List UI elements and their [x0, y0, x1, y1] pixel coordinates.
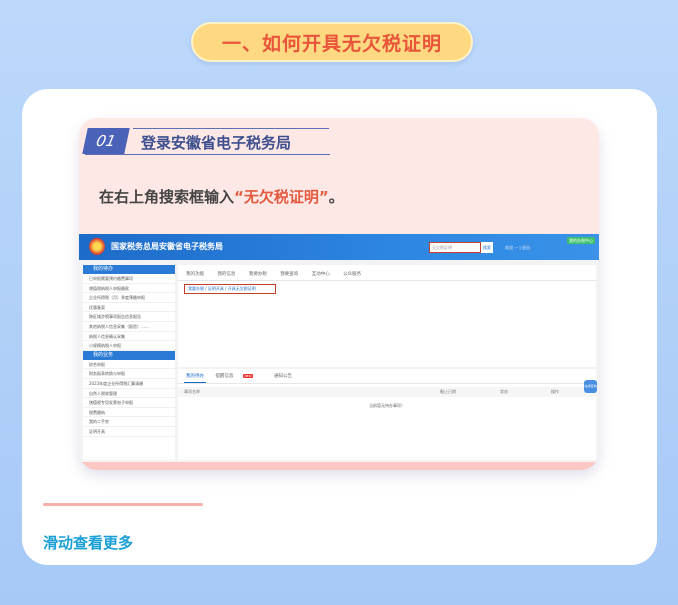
sidebar-item[interactable]: 综合申报	[83, 360, 175, 370]
tab-notices[interactable]: 通知公告	[274, 374, 292, 379]
sidebar-section-todo[interactable]: 我的待办	[83, 265, 175, 274]
sidebar-item[interactable]: 其他纳税人信息采集（报验）……	[83, 322, 175, 332]
sidebar-item[interactable]: 2023年度企业所得税汇算清缴	[83, 379, 175, 389]
sidebar-item[interactable]: 增值税纳税人申报缴款	[83, 284, 175, 294]
sidebar-item[interactable]: 企业所得税（月）季度预缴申报	[83, 293, 175, 303]
site-tabs: 我的功能 我的信息 我要办税 我要查询 互动中心 公众服务	[186, 271, 373, 277]
site-main-panel: 我的功能 我的信息 我要办税 我要查询 互动中心 公众服务 我要办税 / 证明开…	[178, 265, 596, 367]
todo-table-header: 事项名称 截止日期 状态 操作	[178, 387, 596, 397]
instruction-prefix: 在右上角搜索框输入	[99, 188, 235, 206]
site-todo-panel: 我的待办 提醒信息 NEW 通知公告 事项名称 截止日期 状态 操作 当前暂无待办…	[178, 369, 596, 460]
empty-state-text: 当前暂无待办事项！	[369, 403, 405, 408]
instruction-text: 在右上角搜索框输入“无欠税证明”。	[99, 186, 344, 207]
instruction-suffix: 。	[328, 188, 344, 206]
sidebar-item[interactable]: 纳税人信息确认采集	[83, 332, 175, 342]
page-title: 一、如何开具无欠税证明	[191, 22, 473, 62]
column-header: 状态	[500, 389, 508, 394]
sidebar-item[interactable]: 已申报需要预约缴费事项	[83, 274, 175, 284]
tab-my-info[interactable]: 我的信息	[217, 272, 235, 277]
step-underline	[85, 154, 330, 155]
sidebar-item[interactable]: 税费缴纳	[83, 408, 175, 418]
tab-reminders[interactable]: 提醒信息 NEW	[215, 374, 262, 379]
sidebar-section-business[interactable]: 我的业务	[83, 350, 175, 360]
todo-tabs-divider	[178, 383, 596, 384]
site-user-text[interactable]: 欢迎 ··· | 退出	[505, 245, 530, 251]
scroll-more-link[interactable]: 滑动查看更多	[43, 532, 133, 553]
step-top-line	[133, 128, 329, 129]
step-header: 01 登录安徽省电子税务局	[82, 128, 405, 156]
tab-interaction[interactable]: 互动中心	[312, 272, 330, 277]
sidebar-item[interactable]: 优惠备案	[83, 303, 175, 313]
sidebar-item[interactable]: 跨区域涉税事项报告信息报告	[83, 312, 175, 322]
sidebar-item[interactable]: 我的二手房	[83, 417, 175, 427]
site-login-button[interactable]: 我的办税中心	[567, 237, 595, 244]
active-tab-indicator	[184, 382, 206, 383]
panel-bottom-strip	[79, 462, 599, 470]
online-consult-button[interactable]: 在线咨询	[584, 380, 597, 393]
step-number: 01	[82, 128, 130, 154]
tab-tax-handling[interactable]: 我要办税	[249, 272, 267, 277]
step-panel: 01 登录安徽省电子税务局 在右上角搜索框输入“无欠税证明”。 国家税务总局安徽…	[79, 118, 599, 470]
site-search-input[interactable]: 无欠税证明	[429, 242, 481, 253]
site-header: 国家税务总局安徽省电子税务局 无欠税证明 搜索 欢迎 ··· | 退出 我的办税…	[79, 234, 599, 260]
column-header: 操作	[551, 389, 559, 394]
site-sidebar: 我的待办 已申报需要预约缴费事项 增值税纳税人申报缴款 企业所得税（月）季度预缴…	[83, 265, 175, 460]
sidebar-item[interactable]: 证明开具	[83, 427, 175, 437]
tabs-divider	[178, 280, 596, 281]
section-divider	[43, 503, 203, 506]
national-emblem-icon	[89, 238, 105, 255]
sidebar-item[interactable]: 小规模纳税人申报	[83, 341, 175, 351]
sidebar-item[interactable]: 自然人税收管理	[83, 389, 175, 399]
column-header: 事项名称	[184, 389, 200, 394]
column-header: 截止日期	[440, 389, 456, 394]
instruction-highlight: “无欠税证明”	[234, 188, 329, 206]
tab-reminders-label: 提醒信息	[215, 374, 234, 379]
tax-bureau-screenshot: 国家税务总局安徽省电子税务局 无欠税证明 搜索 欢迎 ··· | 退出 我的办税…	[79, 234, 599, 462]
tab-public-service[interactable]: 公众服务	[343, 272, 361, 277]
site-title: 国家税务总局安徽省电子税务局	[111, 242, 223, 251]
tab-todo[interactable]: 我的待办	[186, 374, 204, 379]
new-badge: NEW	[243, 374, 253, 378]
site-search-button[interactable]: 搜索	[481, 242, 493, 253]
tab-my-functions[interactable]: 我的功能	[186, 272, 204, 277]
step-title: 登录安徽省电子税务局	[141, 134, 292, 152]
sidebar-item[interactable]: 财务报表转换与申报	[83, 369, 175, 379]
tab-query[interactable]: 我要查询	[280, 272, 298, 277]
sidebar-item[interactable]: 增值税专用发票电子申报	[83, 398, 175, 408]
breadcrumb[interactable]: 我要办税 / 证明开具 / 开具无欠税证明	[184, 284, 276, 294]
todo-tabs: 我的待办 提醒信息 NEW 通知公告	[186, 373, 302, 379]
